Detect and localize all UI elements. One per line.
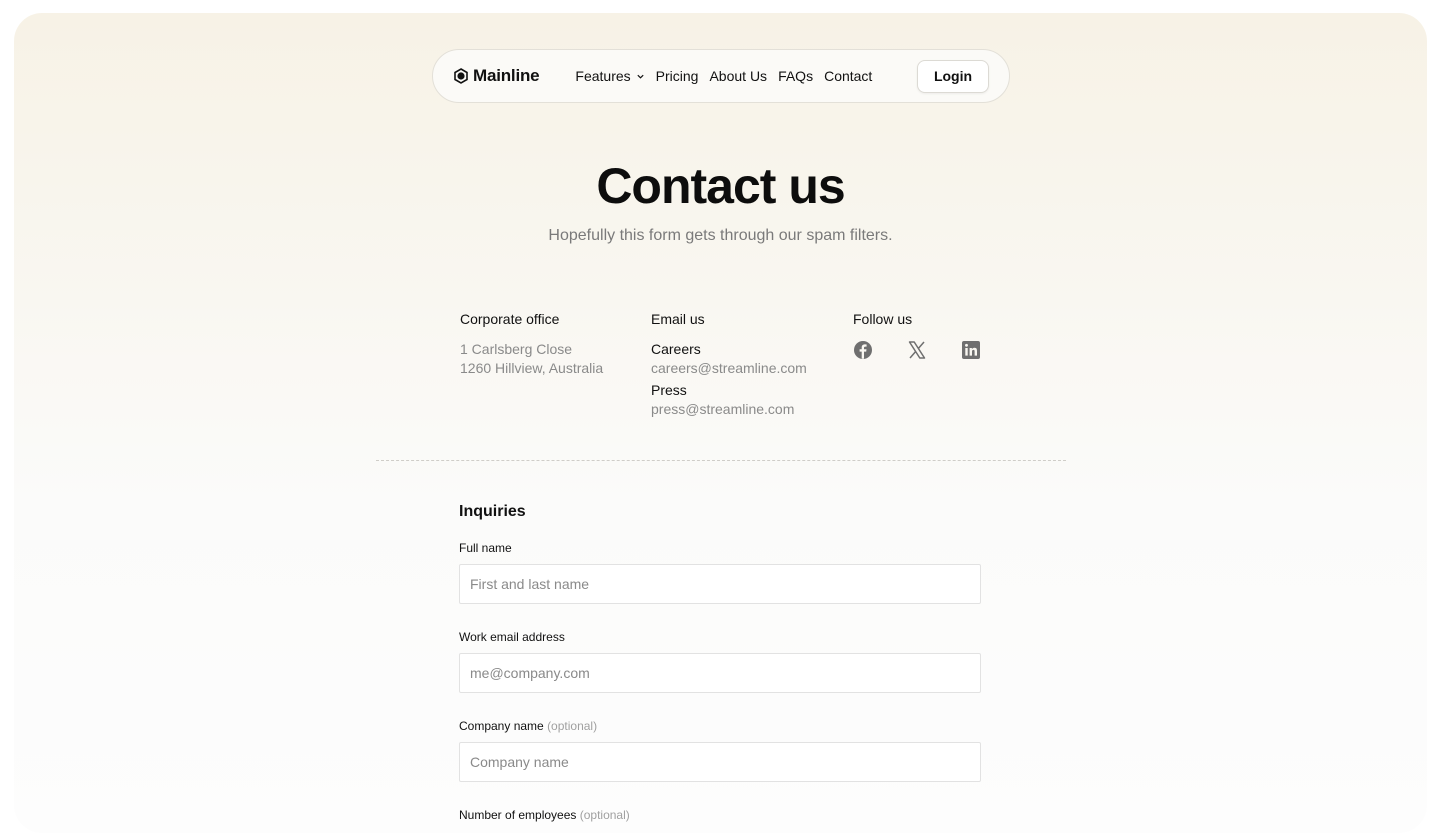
nav-item-faqs[interactable]: FAQs — [778, 68, 813, 84]
brand-logo[interactable]: Mainline — [453, 66, 540, 86]
brand-name: Mainline — [473, 66, 540, 85]
corporate-office-heading: Corporate office — [460, 311, 560, 327]
nav-item-features[interactable]: Features — [575, 68, 644, 84]
office-address-line2: 1260 Hillview, Australia — [460, 360, 604, 376]
company-name-label-text: Company name — [459, 719, 544, 733]
corporate-office-section: Corporate office 1 Carlsberg Close 1260 … — [460, 311, 603, 378]
top-nav: Mainline Features Pricing About Us FAQs … — [432, 49, 1010, 103]
company-name-input[interactable] — [459, 742, 981, 782]
nav-links: Features Pricing About Us FAQs Contact — [575, 68, 872, 84]
linkedin-icon[interactable] — [961, 340, 981, 360]
work-email-label-text: Work email address — [459, 630, 565, 644]
page-frame: Mainline Features Pricing About Us FAQs … — [14, 13, 1427, 833]
email-heading: Email us — [651, 311, 705, 327]
full-name-label-text: Full name — [459, 541, 512, 555]
employees-label: Number of employees (optional) — [459, 808, 981, 822]
nav-item-pricing[interactable]: Pricing — [656, 68, 699, 84]
office-address-line1: 1 Carlsberg Close — [460, 341, 573, 357]
work-email-input[interactable] — [459, 653, 981, 693]
section-divider — [376, 460, 1066, 461]
inquiries-heading: Inquiries — [459, 503, 526, 520]
employees-label-text: Number of employees — [459, 808, 577, 822]
full-name-input[interactable] — [459, 564, 981, 604]
employees-optional-hint: (optional) — [579, 808, 630, 822]
company-optional-hint: (optional) — [547, 719, 598, 733]
chevron-down-icon — [637, 74, 644, 79]
press-email-link[interactable]: press@streamline.com — [651, 400, 807, 419]
inquiries-form: Inquiries Full name Work email address C… — [459, 503, 981, 831]
x-icon[interactable] — [907, 340, 927, 360]
company-name-label: Company name (optional) — [459, 719, 981, 733]
nav-item-about[interactable]: About Us — [709, 68, 767, 84]
nav-item-contact[interactable]: Contact — [824, 68, 872, 84]
careers-label: Careers — [651, 341, 701, 357]
email-section: Email us Careers careers@streamline.com … — [651, 311, 807, 419]
careers-email-link[interactable]: careers@streamline.com — [651, 359, 807, 378]
mainline-logo-icon — [454, 68, 468, 84]
full-name-label: Full name — [459, 541, 981, 555]
facebook-icon[interactable] — [853, 340, 873, 360]
page-subtitle: Hopefully this form gets through our spa… — [548, 227, 893, 244]
login-button[interactable]: Login — [917, 59, 989, 93]
nav-item-features-label: Features — [575, 68, 631, 84]
social-links — [853, 340, 981, 360]
press-label: Press — [651, 382, 687, 398]
follow-heading: Follow us — [853, 311, 913, 327]
follow-section: Follow us — [853, 311, 981, 360]
page-title: Contact us — [596, 158, 845, 214]
work-email-label: Work email address — [459, 630, 981, 644]
